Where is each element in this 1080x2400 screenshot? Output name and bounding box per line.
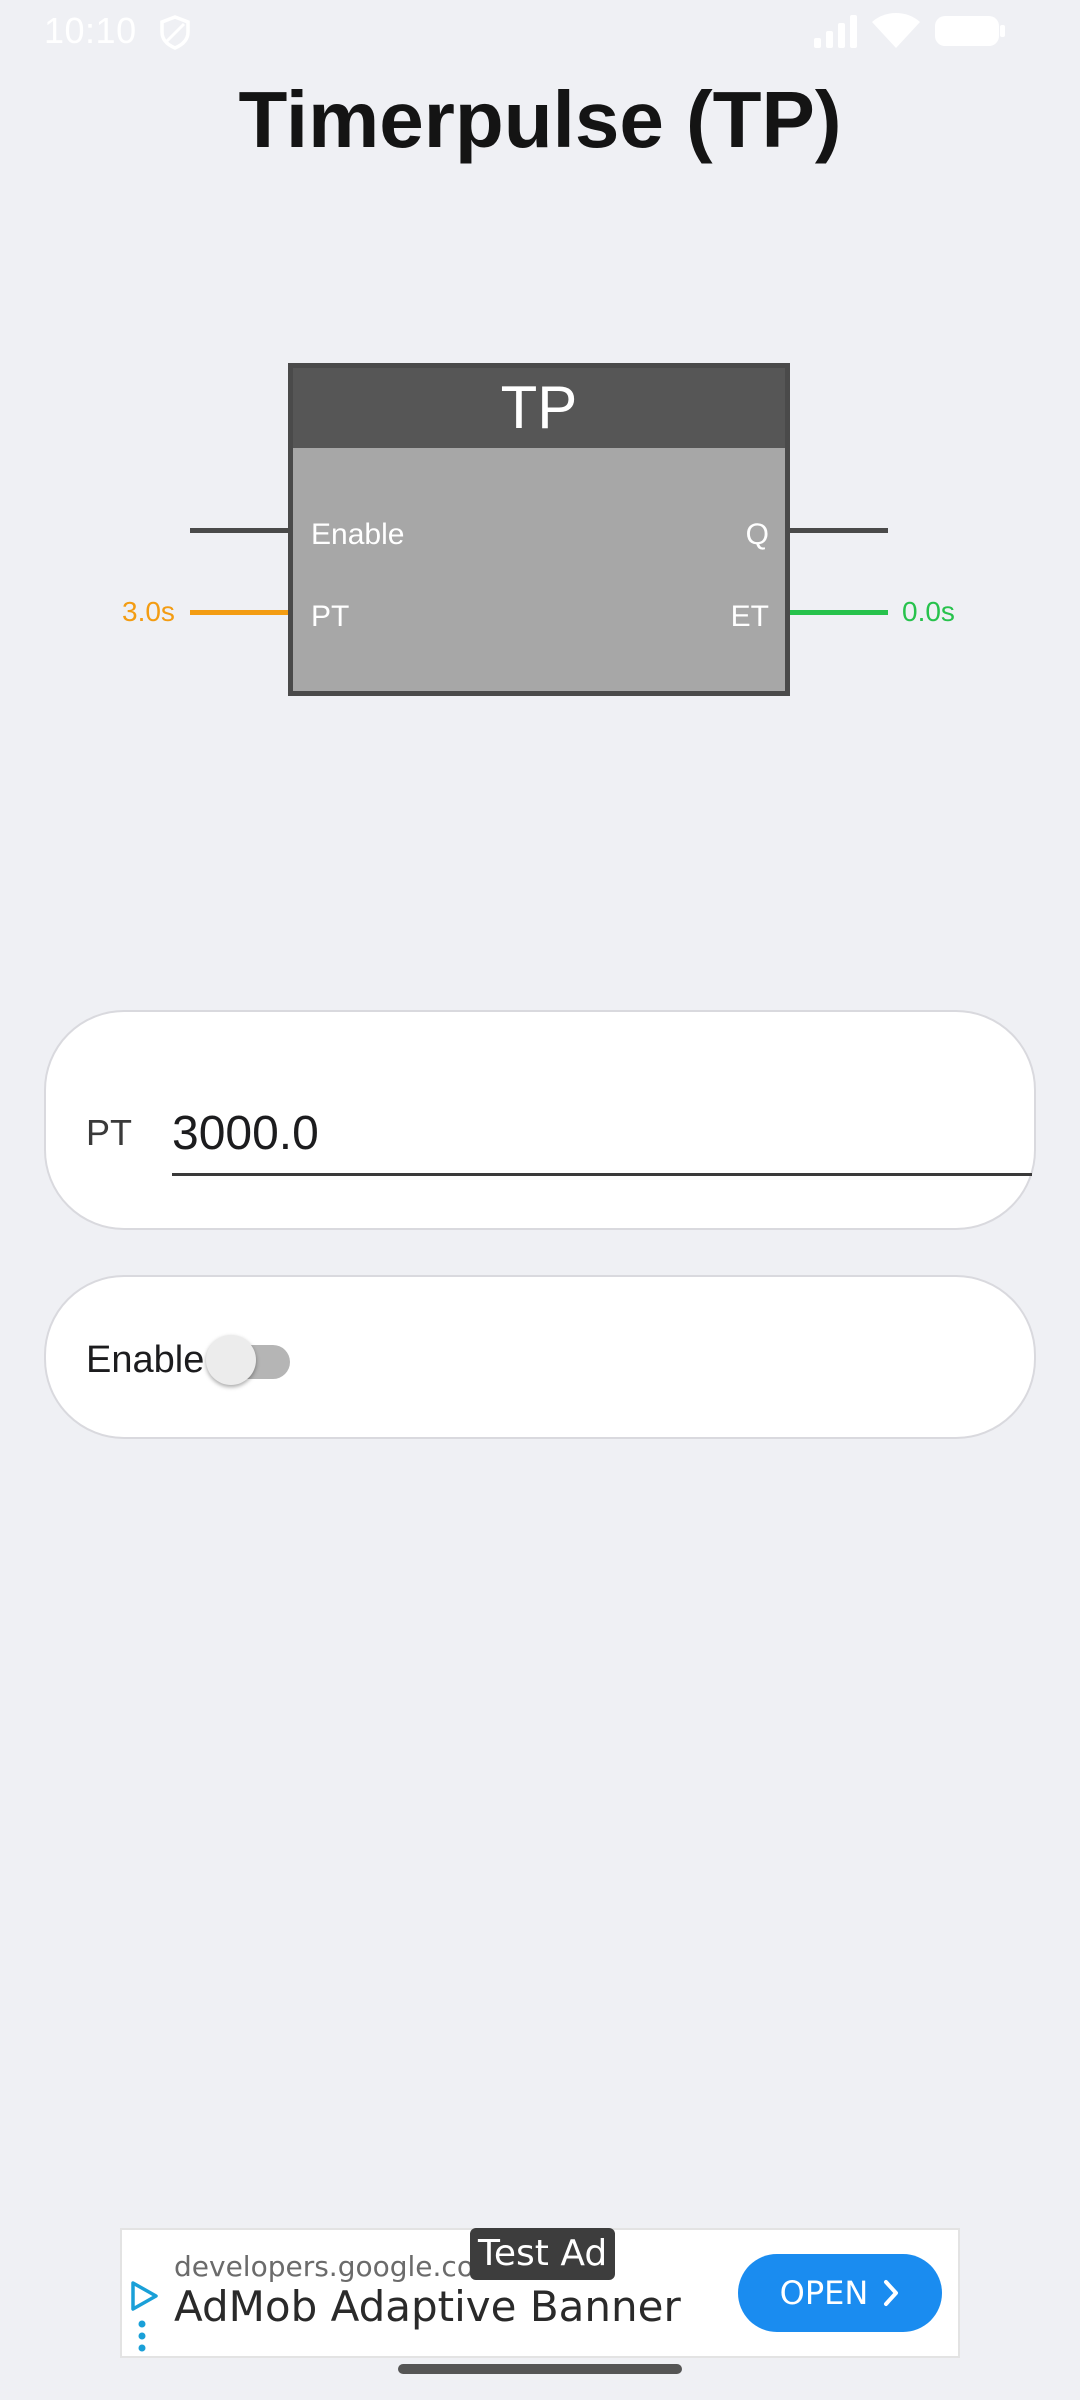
et-wire-value: 0.0s	[902, 596, 955, 627]
wifi-icon	[872, 13, 920, 48]
enable-input-wire	[190, 528, 288, 533]
enable-card: Enable	[44, 1275, 1036, 1439]
gesture-navigation-bar[interactable]	[398, 2364, 682, 2374]
ad-title: AdMob Adaptive Banner	[174, 2282, 681, 2331]
q-pin-label: Q	[745, 518, 769, 551]
test-ad-badge: Test Ad	[470, 2228, 616, 2280]
signal-icon	[814, 15, 857, 48]
function-block: TP Enable PT Q ET	[288, 363, 790, 696]
status-time: 10:10	[44, 10, 137, 51]
pt-wire-value: 3.0s	[122, 596, 175, 627]
enable-pin-label: Enable	[311, 518, 405, 551]
ad-open-label: OPEN	[779, 2274, 869, 2312]
function-block-header: TP	[293, 368, 785, 448]
ad-choices-play-icon[interactable]	[128, 2280, 160, 2312]
ad-menu-dots-icon[interactable]	[138, 2320, 146, 2352]
shield-icon	[160, 15, 190, 50]
ad-open-button[interactable]: OPEN	[738, 2254, 942, 2332]
toggle-thumb	[206, 1335, 256, 1385]
ad-domain: developers.google.com	[174, 2250, 502, 2283]
pt-field-label: PT	[86, 1112, 133, 1153]
q-output-wire	[790, 528, 888, 533]
enable-switch-label: Enable	[86, 1339, 205, 1381]
pt-input[interactable]	[172, 1094, 1032, 1176]
function-block-diagram: 3.0s 0.0s TP Enable PT Q ET	[0, 360, 1080, 710]
battery-icon	[935, 16, 1005, 46]
ad-banner[interactable]: developers.google.com AdMob Adaptive Ban…	[120, 2228, 960, 2358]
enable-toggle[interactable]	[206, 1335, 290, 1385]
page-title: Timerpulse (TP)	[238, 75, 842, 164]
status-bar: 10:10	[0, 0, 1080, 62]
chevron-right-icon	[884, 2280, 899, 2306]
et-pin-label: ET	[730, 600, 769, 633]
et-output-wire	[790, 610, 888, 615]
pt-input-wire	[190, 610, 288, 615]
pt-pin-label: PT	[311, 600, 350, 633]
pt-card: PT	[44, 1010, 1036, 1230]
